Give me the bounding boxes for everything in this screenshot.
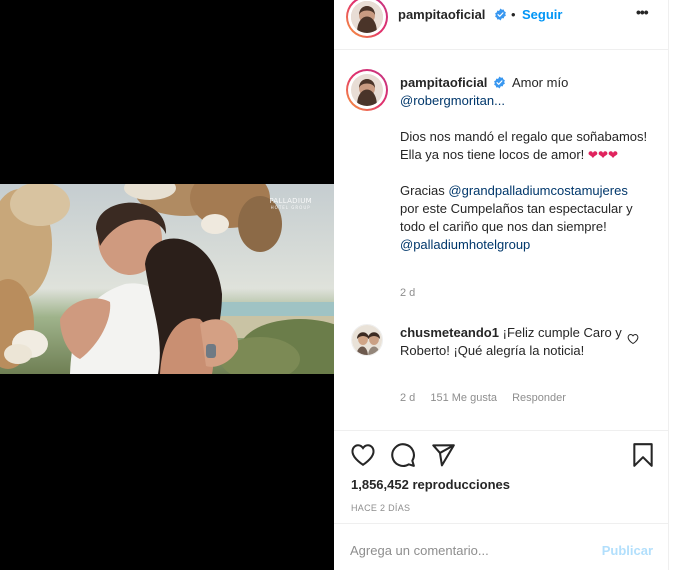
photo-watermark: PALLADIUM HOTEL GROUP xyxy=(269,197,312,211)
more-horizontal-icon[interactable]: ••• xyxy=(636,4,649,20)
caption-section: pampitaoficial Amor mío @robergmoritan..… xyxy=(334,50,669,430)
verified-badge-icon xyxy=(494,76,505,89)
comment-text: chusmeteando1 ¡Feliz cumple Caro y Rober… xyxy=(400,324,625,360)
couple-photo-illustration xyxy=(0,184,334,374)
caption-avatar-border xyxy=(348,71,386,109)
post-actions: 1,856,452 reproducciones HACE 2 DÍAS xyxy=(334,430,669,530)
views-count[interactable]: 1,856,452 reproducciones xyxy=(351,477,510,492)
caption-text: pampitaoficial Amor mío @robergmoritan..… xyxy=(400,74,650,254)
caption-age[interactable]: 2 d xyxy=(400,287,415,299)
mention-link[interactable]: @grandpalladiumcostamujeres xyxy=(448,183,627,198)
comment-likes[interactable]: 151 Me gusta xyxy=(430,392,497,404)
author-avatar-ring[interactable] xyxy=(346,0,388,38)
reply-button[interactable]: Responder xyxy=(512,392,566,404)
post-photo[interactable]: PALLADIUM HOTEL GROUP xyxy=(0,184,334,374)
caption-line1: Amor mío xyxy=(511,75,569,90)
author-avatar-border xyxy=(348,0,386,36)
caption-avatar-image xyxy=(351,74,383,106)
comment-bubble-icon[interactable] xyxy=(390,442,416,468)
author-avatar-image xyxy=(351,1,383,33)
post-time-ago[interactable]: HACE 2 DÍAS xyxy=(351,503,410,513)
header-separator: • xyxy=(511,7,516,22)
post-header: pampitaoficial • Seguir ••• xyxy=(334,0,669,50)
watermark-subtext: HOTEL GROUP xyxy=(270,205,311,210)
caption-thanks: Gracias xyxy=(400,183,445,198)
mention-link[interactable]: @robergmoritan... xyxy=(400,93,505,108)
header-username[interactable]: pampitaoficial xyxy=(398,7,485,22)
commenter-avatar[interactable] xyxy=(351,324,383,356)
follow-button[interactable]: Seguir xyxy=(522,7,562,22)
caption-avatar-ring[interactable] xyxy=(346,69,388,111)
post-side-panel: pampitaoficial • Seguir ••• pampitaofici… xyxy=(334,0,669,570)
caption-paragraph-3-text: por este Cumpelaños tan espectacular y t… xyxy=(400,201,633,234)
mention-link[interactable]: @palladiumhotelgroup xyxy=(400,237,530,252)
comment-composer: Publicar xyxy=(334,523,669,570)
heart-outline-icon[interactable] xyxy=(627,333,639,345)
caption-paragraph-3: Gracias @grandpalladiumcostamujeres por … xyxy=(400,182,650,254)
commenter-username[interactable]: chusmeteando1 xyxy=(400,325,499,340)
author-avatar xyxy=(351,1,383,33)
commenter-avatar-image xyxy=(352,325,382,355)
bookmark-icon[interactable] xyxy=(630,442,656,468)
publish-button[interactable]: Publicar xyxy=(602,543,653,558)
comment-input[interactable] xyxy=(350,541,590,559)
caption-username[interactable]: pampitaoficial xyxy=(400,75,487,90)
comment-meta: 2 d 151 Me gusta Responder xyxy=(400,392,566,404)
verified-badge-icon xyxy=(495,8,506,21)
heart-outline-icon[interactable] xyxy=(350,442,376,468)
comment-age[interactable]: 2 d xyxy=(400,392,415,404)
caption-avatar xyxy=(351,74,383,106)
watermark-text: PALLADIUM xyxy=(269,197,312,205)
post-media[interactable]: PALLADIUM HOTEL GROUP xyxy=(0,0,334,570)
hearts-emoji: ❤❤❤ xyxy=(587,148,619,162)
paper-plane-icon[interactable] xyxy=(430,442,456,468)
caption-paragraph-2: Dios nos mandó el regalo que soñabamos! … xyxy=(400,128,650,164)
